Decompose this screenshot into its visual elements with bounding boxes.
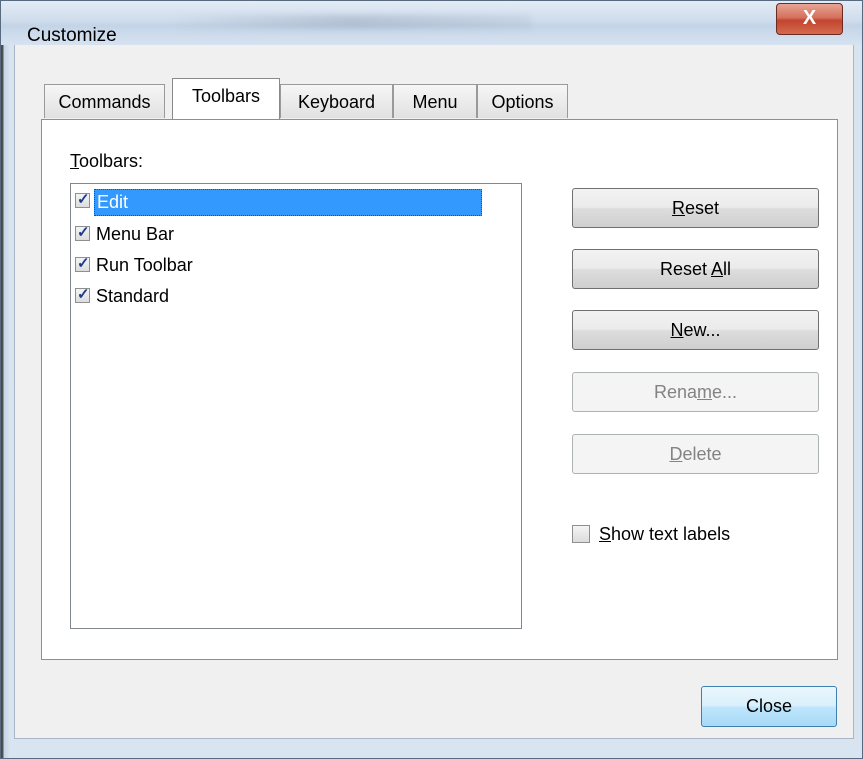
tab-keyboard[interactable]: Keyboard	[280, 84, 393, 118]
reset-text: eset	[684, 198, 720, 218]
rename-text: e...	[712, 382, 738, 402]
window-close-button[interactable]: X	[776, 3, 843, 35]
checkmark-icon: ✓	[77, 255, 90, 272]
standard-checkbox[interactable]: ✓	[75, 286, 90, 303]
checkmark-icon: ✓	[77, 286, 90, 303]
tab-menu[interactable]: Menu	[393, 84, 477, 118]
show-text-labels-label[interactable]: Show text labels	[599, 524, 730, 545]
list-item-edit[interactable]: ✓ Edit	[73, 188, 517, 217]
checkmark-icon: ✓	[77, 224, 90, 241]
reset-all-accel: A	[711, 259, 724, 279]
new-accel: N	[670, 320, 684, 340]
close-button[interactable]: Close	[701, 686, 837, 727]
customize-dialog: Customize X Commands Toolbars Keyboard M…	[0, 0, 863, 759]
toolbars-listbox[interactable]: ✓ Edit ✓ Menu Bar ✓ Run Toolbar ✓ Standa…	[70, 183, 522, 629]
list-item-label: Standard	[96, 286, 170, 306]
reset-button[interactable]: Reset	[572, 188, 819, 228]
run-toolbar-checkbox[interactable]: ✓	[75, 255, 90, 272]
edit-checkbox[interactable]: ✓	[75, 191, 90, 208]
title-bar[interactable]: Customize X	[1, 1, 862, 46]
toolbars-list-label: Toolbars:	[70, 151, 143, 172]
toolbars-label-text: oolbars:	[79, 151, 144, 171]
delete-accel: D	[669, 444, 683, 464]
reset-all-pre: Reset	[659, 259, 711, 279]
menu-bar-checkbox[interactable]: ✓	[75, 224, 90, 241]
rename-accel: m	[697, 382, 712, 402]
show-text-labels-accel: S	[599, 524, 612, 544]
close-icon: X	[802, 7, 817, 29]
rename-pre: Rena	[653, 382, 697, 402]
new-text: ew...	[683, 320, 721, 340]
tab-commands[interactable]: Commands	[44, 84, 165, 118]
list-item-label: Edit	[94, 189, 482, 216]
list-item-standard[interactable]: ✓ Standard	[73, 283, 517, 312]
window-title: Customize	[27, 25, 117, 46]
rename-button[interactable]: Rename...	[572, 372, 819, 412]
tab-options[interactable]: Options	[477, 84, 568, 118]
toolbars-label-accel: T	[70, 151, 79, 171]
tab-toolbars[interactable]: Toolbars	[172, 78, 280, 119]
reset-all-text: ll	[723, 259, 732, 279]
title-bar-background-blur	[171, 15, 531, 29]
list-item-label: Menu Bar	[96, 224, 175, 244]
delete-text: elete	[682, 444, 722, 464]
new-button[interactable]: New...	[572, 310, 819, 350]
reset-all-button[interactable]: Reset All	[572, 249, 819, 289]
list-item-run-toolbar[interactable]: ✓ Run Toolbar	[73, 252, 517, 281]
delete-button[interactable]: Delete	[572, 434, 819, 474]
checkmark-icon: ✓	[77, 191, 90, 208]
reset-accel: R	[671, 198, 685, 218]
show-text-labels-text: how text labels	[611, 524, 731, 544]
show-text-labels-checkbox[interactable]	[572, 525, 590, 543]
list-item-label: Run Toolbar	[96, 255, 193, 275]
list-item-menu-bar[interactable]: ✓ Menu Bar	[73, 221, 517, 250]
window-left-border	[1, 45, 10, 758]
